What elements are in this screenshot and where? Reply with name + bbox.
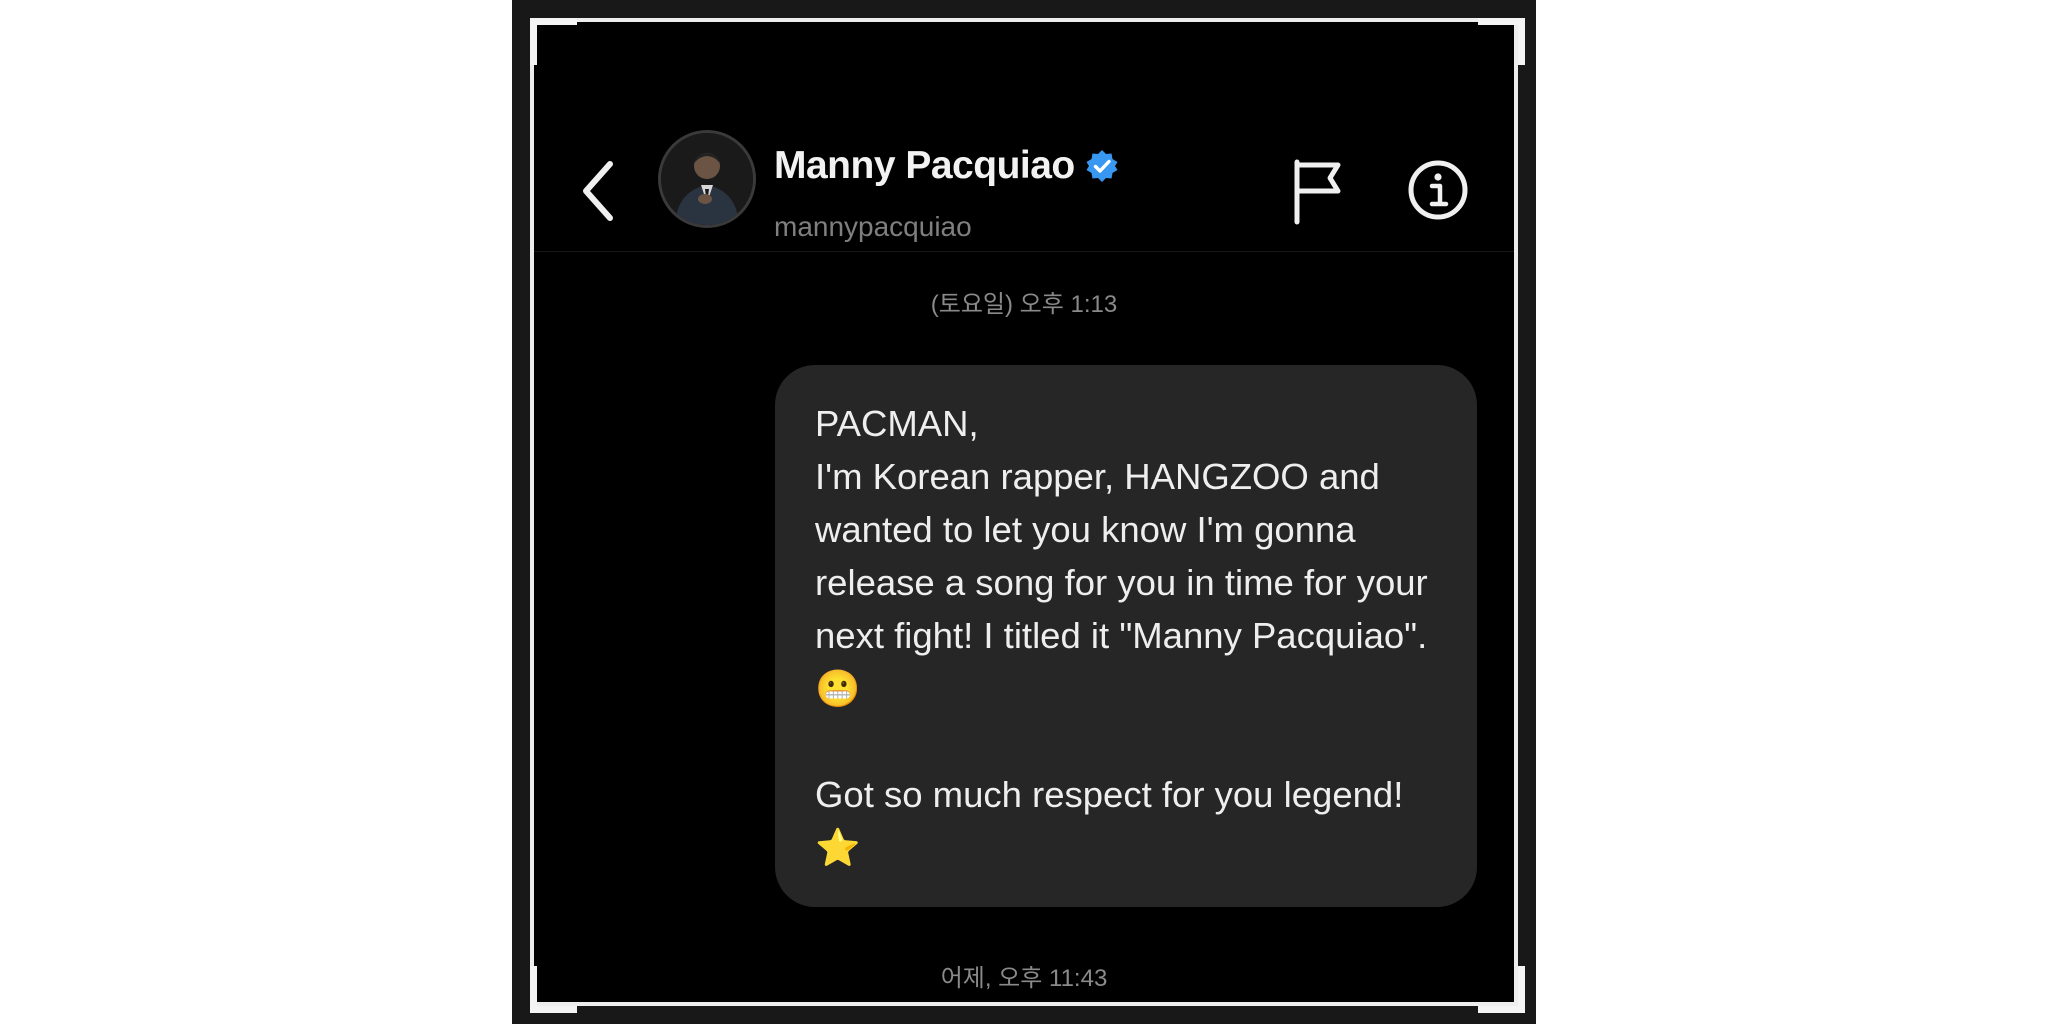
flag-icon <box>1294 159 1341 225</box>
profile-photo <box>661 133 753 225</box>
info-button[interactable] <box>1406 158 1470 222</box>
name-row[interactable]: Manny Pacquiao <box>774 143 1119 189</box>
chat-header: Manny Pacquiao mannypacquiao <box>530 18 1518 252</box>
chevron-left-icon <box>583 161 613 221</box>
message-timestamp: (토요일) 오후 1:13 <box>930 291 1118 318</box>
contact-username: mannypacquiao <box>774 211 972 242</box>
message-text: PACMAN, I'm Korean rapper, HANGZOO and w… <box>815 403 1428 868</box>
info-icon <box>1408 160 1468 220</box>
verified-badge-icon <box>1086 150 1118 182</box>
dm-screen: Manny Pacquiao mannypacquiao (토요일) 오후 1:… <box>530 18 1518 1006</box>
avatar[interactable] <box>658 130 756 228</box>
contact-name: Manny Pacquiao <box>774 144 1075 187</box>
report-flag-button[interactable] <box>1288 156 1348 226</box>
message-bubble[interactable]: PACMAN, I'm Korean rapper, HANGZOO and w… <box>775 365 1477 907</box>
message-timestamp: 어제, 오후 11:43 <box>940 965 1108 992</box>
back-button[interactable] <box>578 156 622 226</box>
